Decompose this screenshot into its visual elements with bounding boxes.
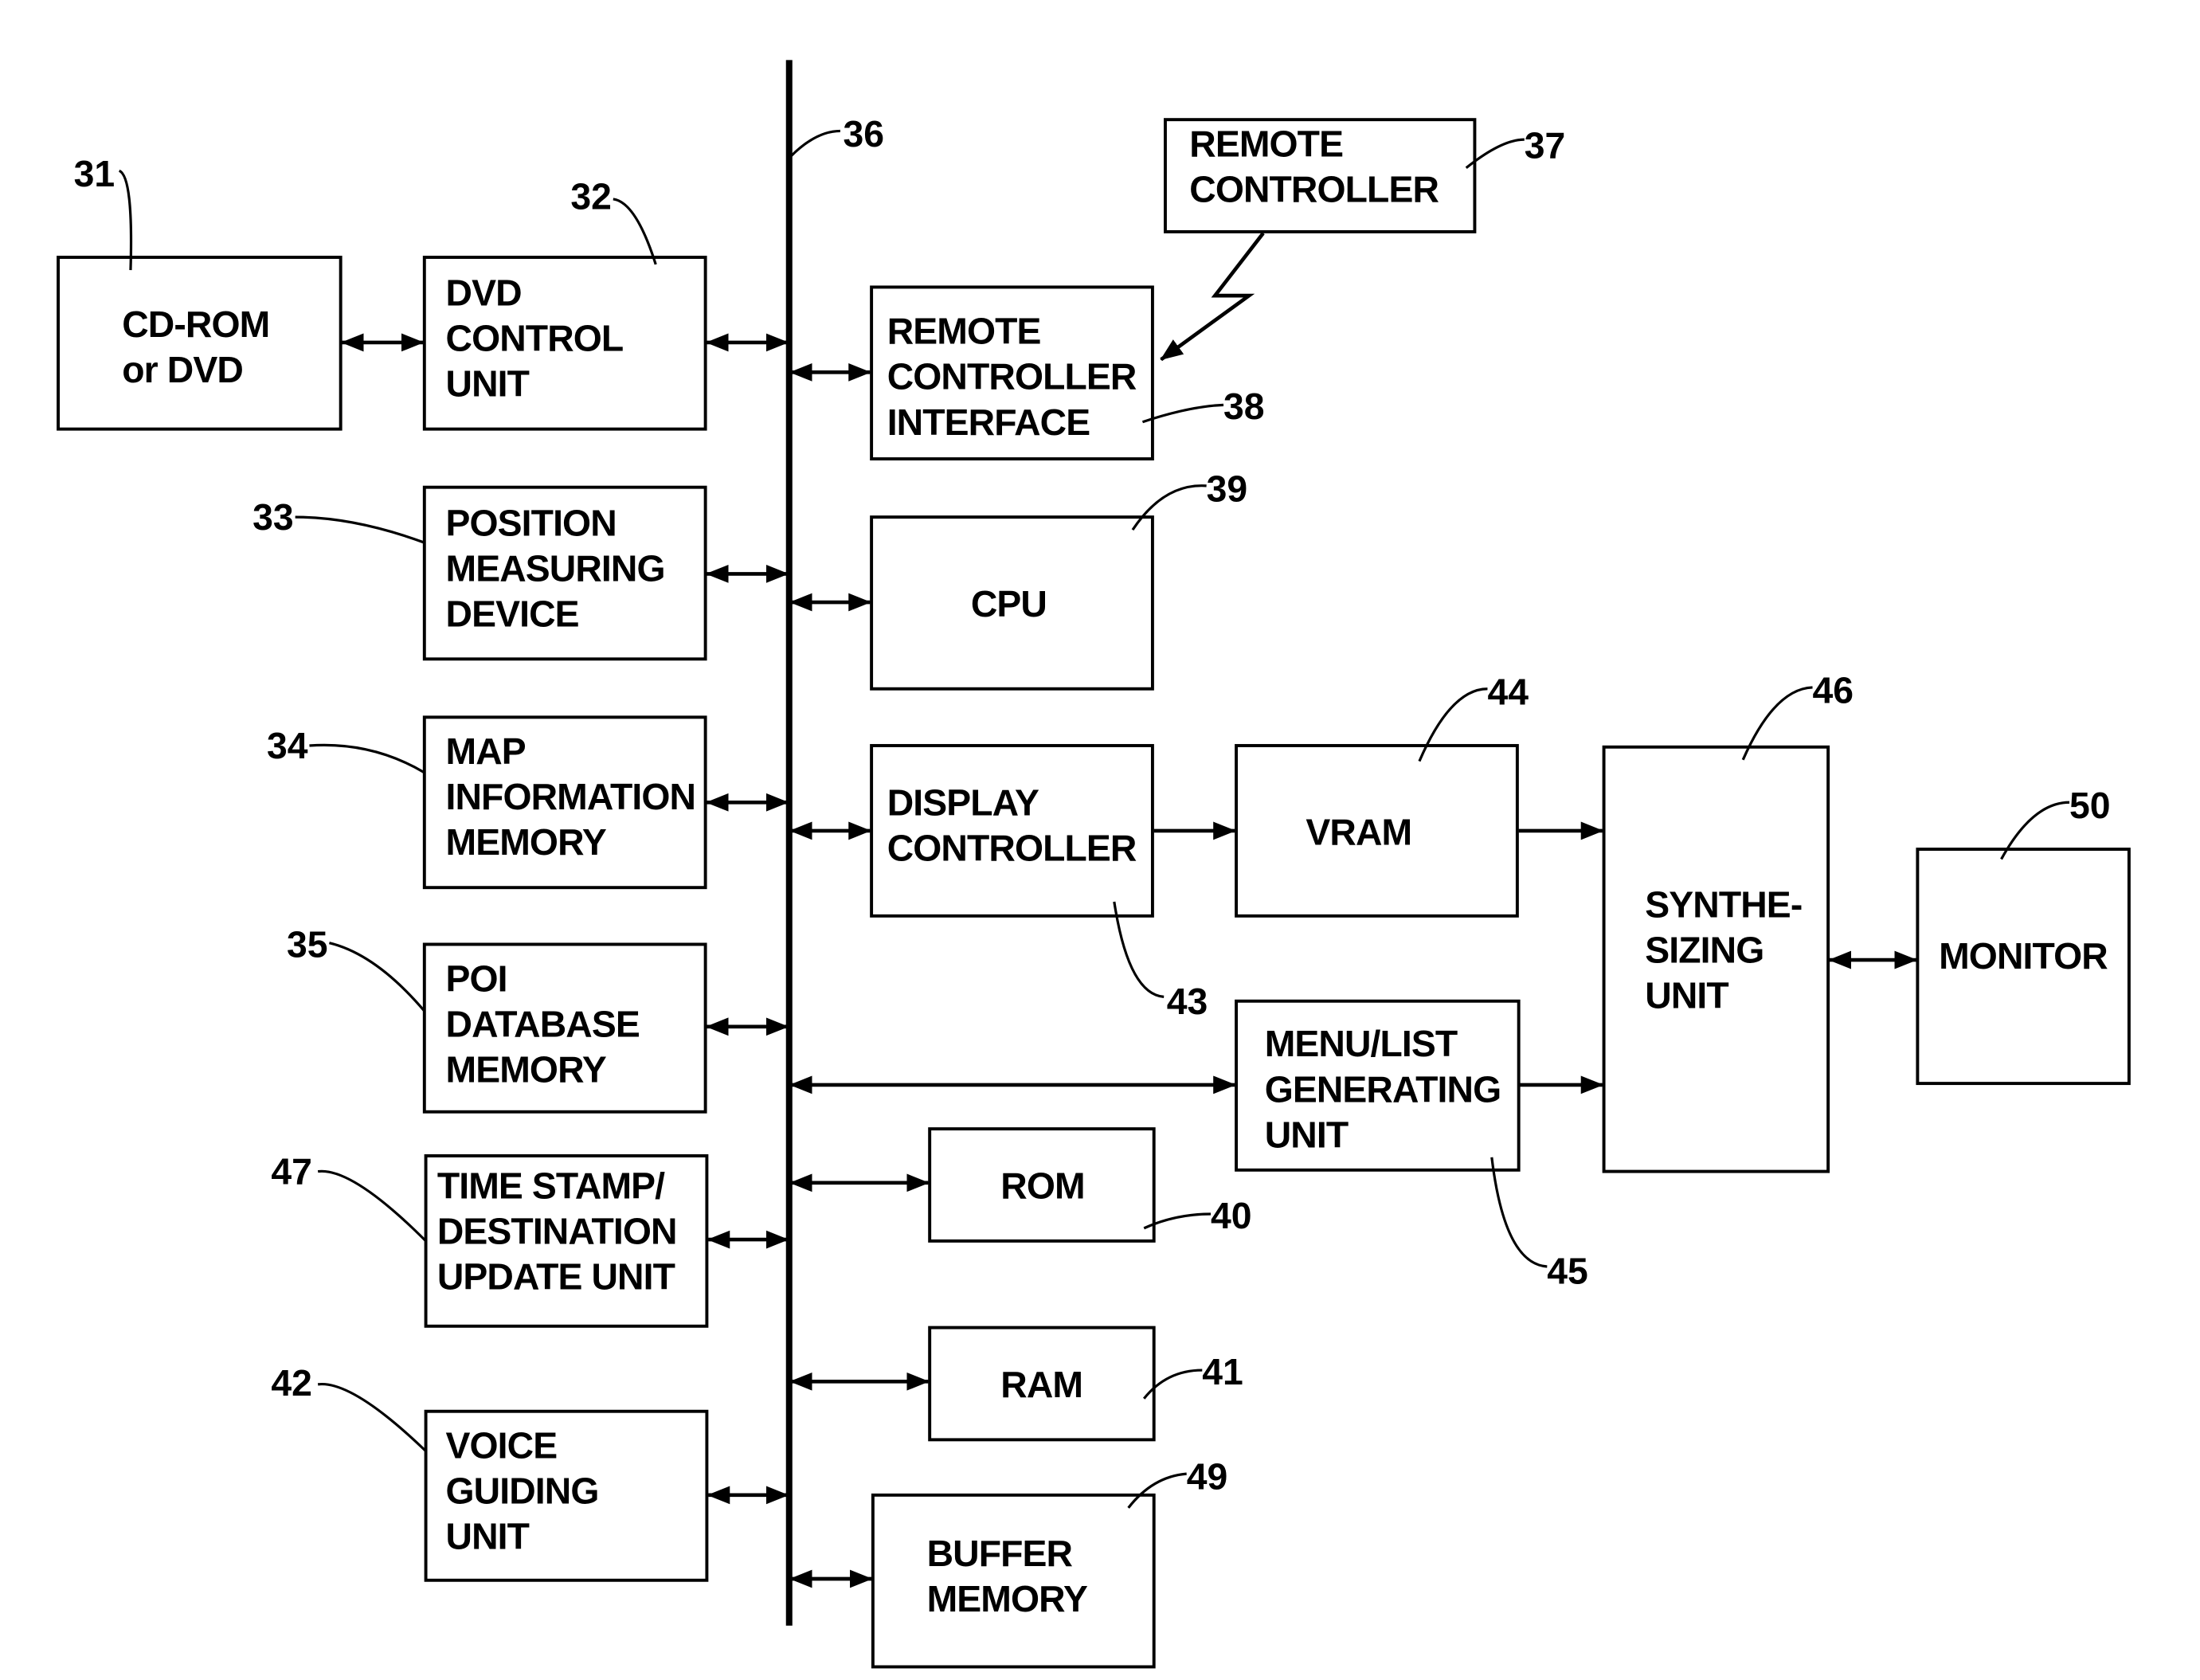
leader-36 bbox=[789, 129, 840, 158]
block-map-info: MAPINFORMATIONMEMORY 34 bbox=[267, 715, 707, 890]
block-label-line: GUIDING bbox=[446, 1470, 599, 1512]
ref-32: 32 bbox=[570, 175, 612, 217]
leader-32 bbox=[613, 198, 657, 265]
block-cdrom: CD-ROMor DVD 31 bbox=[57, 153, 343, 431]
ref-34: 34 bbox=[267, 725, 308, 766]
block-label-line: DVD bbox=[446, 272, 522, 314]
block-label-line: UPDATE UNIT bbox=[437, 1255, 675, 1297]
block-monitor: MONITOR 50 bbox=[1916, 785, 2131, 1086]
block-label-line: REMOTE bbox=[887, 311, 1041, 352]
block-label-line: MENU/LIST bbox=[1265, 1023, 1458, 1064]
block-menu: MENU/LISTGENERATINGUNIT 45 bbox=[1235, 999, 1588, 1291]
block-label-line: CD-ROM bbox=[122, 303, 269, 345]
ref-35: 35 bbox=[287, 924, 328, 965]
block-label-line: POI bbox=[446, 957, 507, 999]
ref-44: 44 bbox=[1487, 671, 1529, 712]
block-label-line: INFORMATION bbox=[446, 776, 696, 817]
ref-45: 45 bbox=[1547, 1250, 1588, 1291]
block-label-line: MEMORY bbox=[446, 1048, 607, 1090]
block-label-line: DISPLAY bbox=[887, 781, 1039, 823]
block-label-line: POSITION bbox=[446, 502, 617, 543]
block-label-line: UNIT bbox=[446, 363, 530, 405]
block-dvd-control: DVDCONTROLUNIT 32 bbox=[422, 175, 707, 431]
block-label-line: DESTINATION bbox=[437, 1210, 677, 1251]
leader-38 bbox=[1141, 403, 1224, 424]
block-diagram: 36 CD-ROMor DVD31DVDCONTROLUNIT32POSITIO… bbox=[57, 60, 2131, 1669]
block-label-line: CONTROL bbox=[446, 318, 624, 359]
ref-46: 46 bbox=[1813, 670, 1854, 711]
block-display-ctrl: DISPLAYCONTROLLER 43 bbox=[870, 744, 1208, 1022]
block-poi: POIDATABASEMEMORY 35 bbox=[287, 924, 707, 1114]
ref-38: 38 bbox=[1223, 386, 1265, 427]
leader-31 bbox=[118, 169, 133, 271]
block-label-line: UNIT bbox=[1265, 1114, 1349, 1155]
block-label-line: BUFFER bbox=[927, 1533, 1073, 1574]
block-remote-if: REMOTECONTROLLERINTERFACE 38 bbox=[870, 285, 1265, 461]
block-synth: SYNTHE-SIZINGUNIT 46 bbox=[1602, 670, 1854, 1173]
block-timestamp: TIME STAMP/DESTINATIONUPDATE UNIT 47 bbox=[271, 1151, 709, 1328]
block-vram: VRAM 44 bbox=[1235, 671, 1529, 918]
block-label-line: VOICE bbox=[446, 1425, 558, 1467]
block-label-line: MEMORY bbox=[927, 1578, 1088, 1619]
block-label-line: MONITOR bbox=[1939, 935, 2108, 977]
ref-49: 49 bbox=[1187, 1456, 1228, 1498]
leader-34 bbox=[309, 743, 425, 774]
block-label-line: ROM bbox=[1000, 1165, 1084, 1206]
block-label-line: MEMORY bbox=[446, 821, 607, 863]
block-label-line: CONTROLLER bbox=[887, 356, 1137, 397]
ref-36: 36 bbox=[843, 113, 884, 155]
ref-41: 41 bbox=[1202, 1351, 1243, 1392]
block-label-line: or DVD bbox=[122, 349, 243, 390]
block-buffer: BUFFERMEMORY 49 bbox=[871, 1456, 1228, 1669]
block-label-line: CPU bbox=[971, 583, 1047, 625]
block-label-line: TIME STAMP/ bbox=[437, 1165, 665, 1206]
leader-45 bbox=[1490, 1157, 1548, 1268]
block-rom: ROM 40 bbox=[928, 1127, 1252, 1243]
block-label-line: RAM bbox=[1000, 1364, 1082, 1405]
block-label-line: GENERATING bbox=[1265, 1068, 1501, 1110]
block-label-line: MAP bbox=[446, 730, 526, 772]
block-label-line: SYNTHE- bbox=[1645, 884, 1802, 926]
block-label-line: UNIT bbox=[446, 1516, 530, 1557]
block-label-line: DEVICE bbox=[446, 593, 579, 634]
block-label-line: VRAM bbox=[1306, 812, 1411, 853]
leader-33 bbox=[295, 515, 425, 544]
ref-43: 43 bbox=[1167, 981, 1208, 1022]
block-ram: RAM 41 bbox=[928, 1326, 1243, 1442]
ref-39: 39 bbox=[1207, 468, 1248, 510]
ref-37: 37 bbox=[1525, 124, 1566, 166]
block-position: POSITIONMEASURINGDEVICE 33 bbox=[252, 485, 707, 661]
ref-33: 33 bbox=[252, 496, 294, 538]
leader-47 bbox=[317, 1169, 427, 1243]
block-label-line: SIZING bbox=[1645, 930, 1764, 971]
block-label-line: CONTROLLER bbox=[1189, 169, 1439, 210]
block-label-line: CONTROLLER bbox=[887, 827, 1137, 868]
ref-31: 31 bbox=[74, 153, 115, 194]
leader-42 bbox=[317, 1383, 427, 1452]
leader-35 bbox=[329, 942, 426, 1012]
block-remote: REMOTE CONTROLLER 37 bbox=[1164, 118, 1566, 233]
wireless-signal-arrow bbox=[1160, 232, 1265, 362]
block-label-line: DATABASE bbox=[446, 1003, 640, 1044]
block-label-line: UNIT bbox=[1645, 975, 1728, 1016]
block-voice: VOICEGUIDINGUNIT 42 bbox=[271, 1362, 709, 1582]
ref-47: 47 bbox=[271, 1151, 312, 1192]
ref-40: 40 bbox=[1211, 1195, 1252, 1236]
block-cpu: CPU 39 bbox=[870, 468, 1248, 691]
block-label-line: REMOTE bbox=[1189, 123, 1343, 164]
ref-42: 42 bbox=[271, 1362, 312, 1404]
block-label-line: INTERFACE bbox=[887, 401, 1090, 443]
block-label-line: MEASURING bbox=[446, 547, 665, 589]
ref-50: 50 bbox=[2069, 785, 2111, 826]
